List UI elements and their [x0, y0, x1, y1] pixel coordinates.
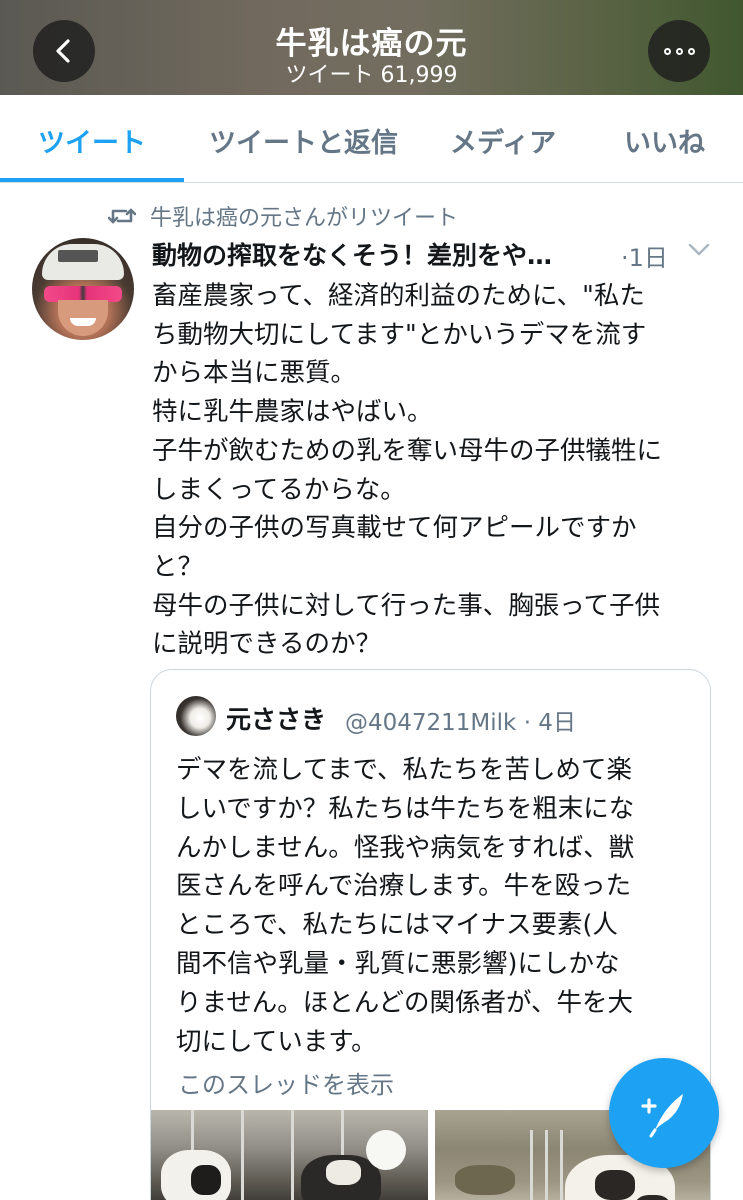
- active-tab-indicator: [0, 178, 184, 182]
- tweet-count: ツイート 61,999: [285, 63, 458, 88]
- tweet-timestamp[interactable]: ·1日: [621, 238, 668, 273]
- more-horizontal-icon: [663, 47, 695, 55]
- quoted-avatar: [176, 696, 216, 736]
- quoted-text-line: 間不信や乳量・乳質に悪影響)にしかな: [176, 948, 620, 979]
- quoted-text-line: んかしません。怪我や病気をすれば、獣: [176, 832, 635, 863]
- retweet-icon: [108, 208, 136, 224]
- tab-media[interactable]: メディア: [450, 121, 556, 160]
- profile-header: 牛乳は癌の元 ツイート 61,999: [0, 0, 743, 95]
- quoted-author-name: 元ささき: [226, 705, 327, 734]
- quoted-image-barn-1[interactable]: [151, 1110, 428, 1200]
- quoted-text-line: しいですか？私たちは牛たちを粗末にな: [176, 793, 635, 824]
- quoted-text-line: ところで、私たちにはマイナス要素(人: [176, 910, 618, 941]
- tweet-text-line: と？: [152, 551, 204, 582]
- retweet-label: 牛乳は癌の元さんがリツイート: [150, 206, 459, 231]
- quoted-tweet-text: デマを流してまで、私たちを苦しめて楽 しいですか？私たちは牛たちを粗末にな んか…: [176, 751, 696, 1061]
- quoted-text-line: 医さんを呼んで治療します。牛を殴った: [176, 871, 632, 902]
- tweet-author-name[interactable]: 動物の搾取をなくそう！差別をや…: [152, 236, 552, 272]
- tweet-text-line: 畜産農家って、経済的利益のために、"私た: [152, 281, 645, 311]
- tweet-text: 畜産農家って、経済的利益のために、"私た ち動物大切にしてます"とかいうデマを流…: [152, 277, 722, 664]
- tweet-text-line: ち動物大切にしてます"とかいうデマを流す: [152, 319, 647, 350]
- tweet-text-line: に説明できるのか？: [152, 629, 381, 660]
- profile-tabs: ツイート ツイートと返信 メディア いいね: [0, 95, 743, 183]
- tweet-text-line: から本当に悪質。: [152, 358, 357, 389]
- quoted-handle-time: @4047211Milk · 4日: [345, 710, 576, 736]
- quoted-text-line: デマを流してまで、私たちを苦しめて楽: [176, 755, 632, 785]
- tweet-text-line: 自分の子供の写真載せて何アピールですか: [152, 513, 637, 544]
- compose-tweet-button[interactable]: [609, 1058, 719, 1168]
- retweet-context: 牛乳は癌の元さんがリツイート: [108, 201, 458, 231]
- quoted-text-line: 切にしています。: [176, 1026, 377, 1057]
- tab-tweets-and-replies[interactable]: ツイートと返信: [209, 121, 398, 160]
- compose-feather-icon: [641, 1094, 683, 1138]
- chevron-down-icon: [688, 243, 710, 256]
- show-thread-link[interactable]: このスレッドを表示: [178, 1065, 394, 1100]
- tweet-options-button[interactable]: [688, 242, 710, 261]
- more-button[interactable]: [648, 20, 710, 82]
- quoted-text-line: りません。ほとんどの関係者が、牛を大: [176, 987, 633, 1018]
- tweet-text-line: 母牛の子供に対して行った事、胸張って子供: [152, 590, 660, 621]
- tab-tweets[interactable]: ツイート: [38, 121, 146, 160]
- avatar[interactable]: [32, 238, 134, 340]
- tweet-text-line: 特に乳牛農家はやばい。: [152, 397, 433, 428]
- tweet-text-line: 子牛が飲むための乳を奪い母牛の子供犠牲に: [152, 435, 663, 466]
- tab-likes[interactable]: いいね: [624, 121, 705, 160]
- tweet-text-line: しまくってるからな。: [152, 474, 406, 505]
